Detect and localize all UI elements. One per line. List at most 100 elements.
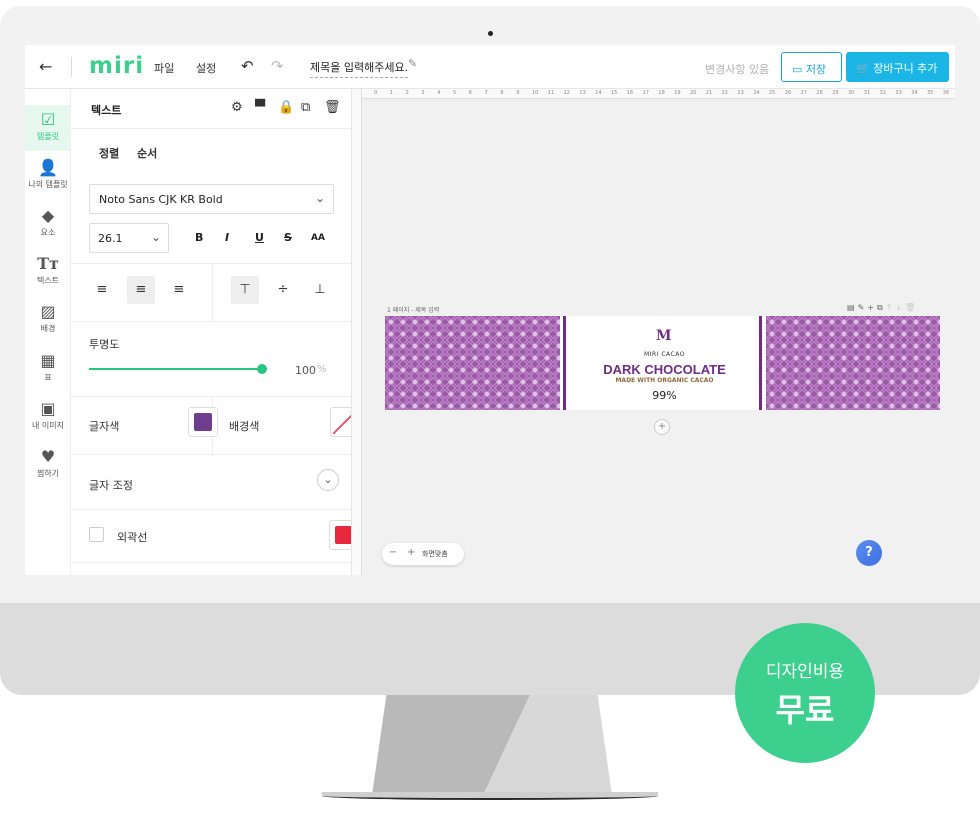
ruler-tick-label: 18 bbox=[658, 90, 665, 96]
save-label: 저장 bbox=[805, 63, 827, 76]
gear-icon[interactable]: ⚙ bbox=[231, 100, 243, 115]
chevron-down-icon: ⌄ bbox=[150, 230, 161, 244]
panel-title: 텍스트 bbox=[91, 104, 122, 117]
trash-icon[interactable]: 🗑 bbox=[324, 100, 341, 115]
ruler-tick-label: 26 bbox=[784, 90, 792, 96]
trash-icon[interactable]: 🗑 bbox=[905, 303, 918, 312]
back-arrow-icon[interactable]: ← bbox=[39, 57, 52, 76]
down-icon[interactable]: ↓ bbox=[895, 303, 905, 312]
tab-align[interactable]: 정렬 bbox=[99, 145, 119, 161]
document-title-input[interactable]: 제목을 입력해주세요. bbox=[310, 59, 409, 78]
ruler-tick-label: 20 bbox=[690, 90, 697, 96]
copy-icon[interactable]: ⧉ bbox=[301, 100, 310, 115]
product-label[interactable]: M MIRI CACAO DARK CHOCOLATE MADE WITH OR… bbox=[568, 316, 761, 410]
lock-icon[interactable]: 🔒 bbox=[278, 100, 294, 115]
text-case-button[interactable]: AA bbox=[311, 233, 325, 243]
text-color-swatch[interactable] bbox=[188, 407, 218, 437]
menu-settings[interactable]: 설정 bbox=[196, 60, 216, 76]
help-button[interactable]: ? bbox=[856, 540, 882, 566]
chevron-down-icon[interactable]: ⌄ bbox=[317, 469, 339, 491]
bold-button[interactable]: B bbox=[195, 231, 203, 244]
design-page[interactable]: M MIRI CACAO DARK CHOCOLATE MADE WITH OR… bbox=[385, 316, 940, 410]
miri-logo[interactable]: miri bbox=[89, 53, 144, 79]
add-to-cart-button[interactable]: 🛒 장바구니 추가 bbox=[846, 52, 949, 82]
ruler-tick-label: 24 bbox=[753, 90, 760, 96]
up-icon[interactable]: ↑ bbox=[886, 303, 896, 312]
align-right-button[interactable]: ≡ bbox=[165, 276, 193, 304]
chevron-down-icon: ⌄ bbox=[314, 191, 325, 205]
ruler-tick-label: 6 bbox=[468, 90, 472, 96]
ruler-tick-label: 31 bbox=[863, 90, 871, 96]
align-bottom-button[interactable]: ⊥ bbox=[306, 276, 334, 304]
sidebar-item-label: 표 bbox=[44, 373, 52, 382]
purple-band bbox=[563, 316, 566, 410]
monitor-base bbox=[322, 792, 658, 800]
promo-line2: 무료 bbox=[775, 691, 835, 729]
pencil-icon[interactable]: ✎ bbox=[408, 57, 417, 70]
ruler-tick-label: 34 bbox=[911, 90, 918, 96]
add-icon[interactable]: + bbox=[867, 303, 877, 312]
sidebar: ☑ 템플릿 👤 나의 템플릿 ◆ 요소 Tт 텍스트 ▨ 배경 ▦ 표 ▣ 내 … bbox=[25, 89, 71, 575]
add-page-button[interactable]: + bbox=[654, 419, 670, 435]
sidebar-item-my-image[interactable]: ▣ 내 이미지 bbox=[25, 394, 71, 440]
bg-color-swatch[interactable] bbox=[330, 407, 351, 437]
elements-icon: ◆ bbox=[41, 206, 55, 225]
canvas-area[interactable]: 0 1 2 3 4 5 6 7 8 9 10 11 12 13 14 15 16 17 18 19 20 21 22 23 24… bbox=[352, 89, 955, 575]
divider bbox=[71, 321, 351, 322]
opacity-value: 100 bbox=[295, 364, 316, 377]
copy-icon[interactable]: ⧉ bbox=[877, 303, 886, 312]
ruler-tick-label: 8 bbox=[500, 90, 504, 96]
ruler-tick-label: 19 bbox=[674, 90, 681, 96]
divider bbox=[212, 263, 213, 321]
pattern-left bbox=[385, 316, 560, 410]
align-top-button[interactable]: ⊤ bbox=[231, 276, 259, 304]
sidebar-item-template[interactable]: ☑ 템플릿 bbox=[25, 105, 71, 151]
brand-logo-icon: M bbox=[656, 328, 672, 344]
top-bar: ← miri 파일 설정 ↶ ↷ 제목을 입력해주세요. ✎ 변경사항 있음 ▭… bbox=[25, 45, 955, 89]
font-family-select[interactable]: Noto Sans CJK KR Bold ⌄ bbox=[89, 184, 334, 214]
fit-screen-button[interactable]: 화면맞춤 bbox=[422, 549, 448, 559]
zoom-control: − + 화면맞춤 bbox=[382, 543, 464, 565]
sidebar-item-favorites[interactable]: ♥ 찜하기 bbox=[25, 442, 71, 488]
sidebar-item-text[interactable]: Tт 텍스트 bbox=[25, 249, 71, 295]
undo-icon[interactable]: ↶ bbox=[241, 57, 254, 75]
font-size-select[interactable]: 26.1 ⌄ bbox=[89, 223, 169, 253]
underline-button[interactable]: U bbox=[255, 231, 264, 244]
memo-icon[interactable]: ▤ bbox=[847, 303, 858, 312]
ruler-tick-label: 29 bbox=[832, 90, 839, 96]
sidebar-item-label: 템플릿 bbox=[36, 132, 60, 141]
align-center-button[interactable]: ≡ bbox=[127, 276, 155, 304]
zoom-out-button[interactable]: − bbox=[389, 547, 397, 558]
my-image-icon: ▣ bbox=[40, 399, 56, 418]
purple-band bbox=[759, 316, 762, 410]
italic-button[interactable]: I bbox=[225, 231, 229, 244]
cart-label: 장바구니 추가 bbox=[873, 62, 938, 75]
ruler-tick-label: 13 bbox=[579, 90, 586, 96]
strikethrough-button[interactable]: S bbox=[284, 231, 292, 244]
opacity-unit: % bbox=[317, 364, 327, 375]
brush-icon[interactable]: ✎ bbox=[858, 303, 868, 312]
redo-icon[interactable]: ↷ bbox=[271, 57, 284, 75]
monitor-mockup: ← miri 파일 설정 ↶ ↷ 제목을 입력해주세요. ✎ 변경사항 있음 ▭… bbox=[0, 0, 980, 817]
sidebar-item-background[interactable]: ▨ 배경 bbox=[25, 297, 71, 343]
sidebar-item-table[interactable]: ▦ 표 bbox=[25, 346, 71, 392]
sidebar-item-elements[interactable]: ◆ 요소 bbox=[25, 201, 71, 247]
align-middle-button[interactable]: ÷ bbox=[269, 276, 297, 304]
opacity-slider-track[interactable] bbox=[89, 368, 262, 370]
tab-order[interactable]: 순서 bbox=[137, 145, 157, 161]
product-name[interactable]: DARK CHOCOLATE bbox=[568, 362, 761, 377]
menu-file[interactable]: 파일 bbox=[154, 60, 174, 76]
opacity-label: 투명도 bbox=[89, 338, 120, 351]
zoom-in-button[interactable]: + bbox=[407, 547, 415, 558]
outline-checkbox[interactable] bbox=[89, 527, 104, 542]
sidebar-item-my-template[interactable]: 👤 나의 템플릿 bbox=[25, 153, 71, 199]
paint-roller-icon[interactable]: ▀ bbox=[255, 100, 265, 115]
divider bbox=[71, 57, 72, 77]
align-left-button[interactable]: ≡ bbox=[88, 276, 116, 304]
bg-color-label: 배경색 bbox=[229, 420, 260, 433]
opacity-slider-thumb[interactable] bbox=[257, 364, 267, 374]
brand-name: MIRI CACAO bbox=[644, 351, 685, 358]
outline-color-swatch[interactable] bbox=[329, 520, 351, 550]
text-icon: Tт bbox=[37, 254, 59, 273]
save-button[interactable]: ▭ 저장 bbox=[781, 52, 842, 82]
